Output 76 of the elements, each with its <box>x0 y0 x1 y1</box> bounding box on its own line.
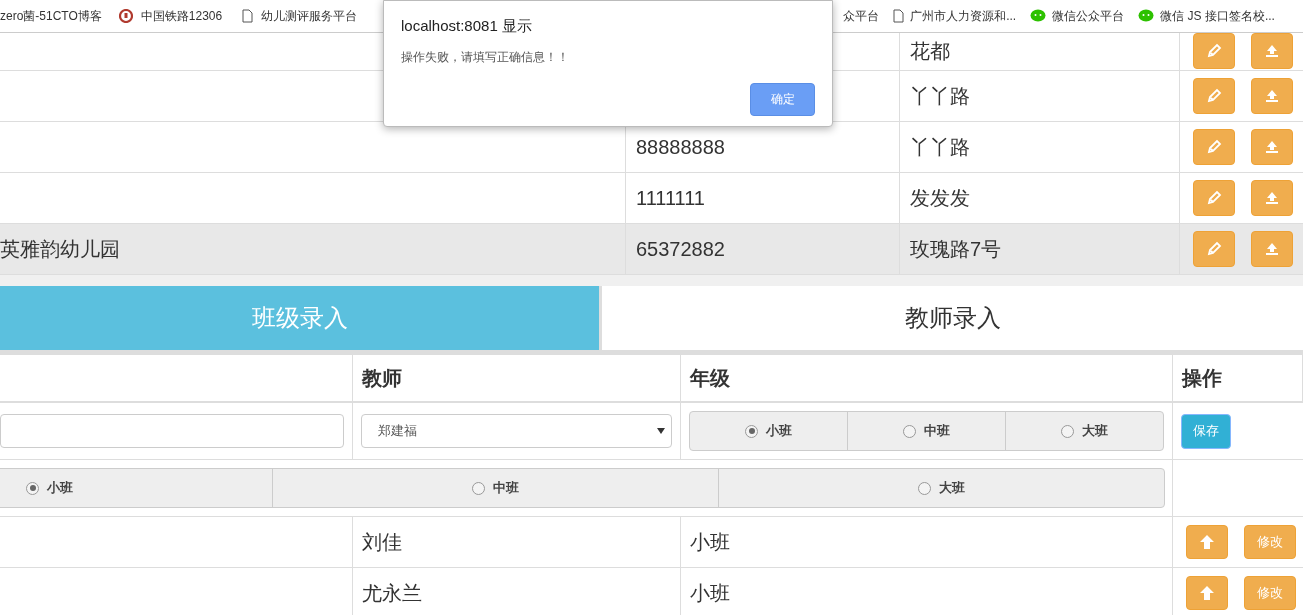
option-label: 中班 <box>493 479 519 498</box>
upload-button[interactable] <box>1251 180 1293 216</box>
arrow-up-icon <box>1200 535 1214 549</box>
edit-button[interactable] <box>1193 180 1235 216</box>
pencil-icon <box>1206 139 1222 155</box>
table-cell-text: 小班 <box>690 581 730 606</box>
pencil-icon <box>1206 43 1222 59</box>
move-up-button[interactable] <box>1186 576 1228 610</box>
table-cell-text: 88888888 <box>636 135 725 160</box>
table-cell-text: 丫丫路 <box>910 135 970 160</box>
move-up-button[interactable] <box>1186 525 1228 559</box>
table-cell-text: 发发发 <box>910 186 970 211</box>
option-label: 大班 <box>939 479 965 498</box>
page-icon <box>893 9 905 23</box>
table-cell-text: 65372882 <box>636 237 725 262</box>
grade-option[interactable]: 大班 <box>1005 412 1163 450</box>
upload-button[interactable] <box>1251 33 1293 69</box>
table-cell-text: 英雅韵幼儿园 <box>0 237 120 262</box>
bookmark-link[interactable]: zero菌-51CTO博客 <box>0 7 102 25</box>
grade-option[interactable]: 大班 <box>718 469 1164 507</box>
grade-option[interactable]: 小班 <box>690 412 847 450</box>
option-label: 大班 <box>1082 422 1108 441</box>
pencil-icon <box>1206 241 1222 257</box>
chat-bubble-icon <box>1138 9 1155 23</box>
dialog-message: 操作失败，请填写正确信息！！ <box>401 48 570 66</box>
column-header: 操作 <box>1182 366 1222 391</box>
teacher-select[interactable]: 郑建福 <box>361 414 672 448</box>
upload-icon <box>1265 44 1279 58</box>
upload-icon <box>1265 89 1279 103</box>
pencil-icon <box>1206 88 1222 104</box>
option-label: 中班 <box>924 422 950 441</box>
bookmark-link[interactable]: 广州市人力资源和... <box>910 7 1017 25</box>
table-cell-text: 1111111 <box>636 186 705 211</box>
tab[interactable]: 教师录入 <box>602 286 1303 350</box>
upload-icon <box>1265 242 1279 256</box>
bookmark-link[interactable]: 微信公众平台 <box>1052 7 1125 25</box>
bookmark-link[interactable]: 中国铁路12306 <box>140 7 223 25</box>
grade-option[interactable]: 中班 <box>272 469 718 507</box>
table-cell-text: 丫丫路 <box>910 84 970 109</box>
input-field[interactable] <box>0 414 344 448</box>
option-label: 小班 <box>766 422 792 441</box>
bookmark-link[interactable]: 幼儿测评服务平台 <box>261 7 358 25</box>
arrow-up-icon <box>1200 586 1214 600</box>
option-label: 小班 <box>47 479 73 498</box>
table-cell-text: 花都 <box>910 39 950 64</box>
upload-icon <box>1265 140 1279 154</box>
edit-button[interactable] <box>1193 33 1235 69</box>
table-cell-text: 尤永兰 <box>362 581 422 606</box>
radio-button[interactable] <box>472 481 485 495</box>
radio-button[interactable] <box>918 481 931 495</box>
table-cell-text: 玫瑰路7号 <box>910 237 1002 262</box>
edit-button[interactable] <box>1193 231 1235 267</box>
table-cell-text: 刘佳 <box>362 530 402 555</box>
edit-button[interactable] <box>1193 129 1235 165</box>
edit-button[interactable] <box>1193 78 1235 114</box>
railway-logo-icon <box>118 9 133 23</box>
table-cell-text: 小班 <box>690 530 730 555</box>
page-icon <box>242 9 254 23</box>
radio-button[interactable] <box>26 481 39 495</box>
grade-option[interactable]: 小班 <box>0 469 272 507</box>
radio-button[interactable] <box>903 424 916 438</box>
dropdown-caret-icon <box>657 428 665 434</box>
pencil-icon <box>1206 190 1222 206</box>
dialog-title: localhost:8081 显示 <box>401 16 533 36</box>
bookmark-link[interactable]: 众平台 <box>843 7 880 25</box>
grade-option[interactable]: 中班 <box>847 412 1005 450</box>
upload-button[interactable] <box>1251 129 1293 165</box>
column-header: 教师 <box>362 366 402 391</box>
column-header: 年级 <box>690 366 730 391</box>
upload-button[interactable] <box>1251 231 1293 267</box>
radio-button[interactable] <box>1061 424 1074 438</box>
upload-icon <box>1265 191 1279 205</box>
radio-button[interactable] <box>745 424 758 438</box>
chat-bubble-icon <box>1030 9 1047 23</box>
bookmark-link[interactable]: 微信 JS 接口签名校... <box>1160 7 1275 25</box>
upload-button[interactable] <box>1251 78 1293 114</box>
